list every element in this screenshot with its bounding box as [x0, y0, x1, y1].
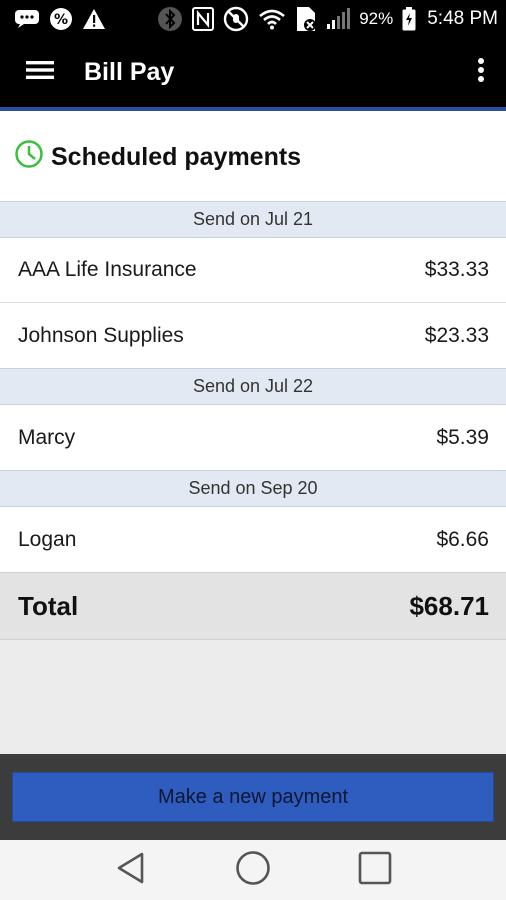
bluetooth-icon	[157, 6, 183, 32]
menu-button[interactable]	[0, 37, 80, 107]
payee-name: Johnson Supplies	[18, 323, 184, 347]
payee-name: AAA Life Insurance	[18, 258, 197, 281]
payment-row[interactable]: AAA Life Insurance $33.33	[0, 238, 506, 303]
back-icon	[114, 851, 148, 890]
payment-amount: $33.33	[424, 258, 489, 281]
payment-amount: $6.66	[436, 527, 489, 551]
payment-row[interactable]: Logan $6.66	[0, 507, 506, 572]
nav-recents-button[interactable]	[345, 840, 405, 900]
percent-icon: %	[49, 7, 73, 31]
date-group-header: Send on Sep 20	[0, 470, 506, 507]
system-nav-bar	[0, 840, 506, 900]
svg-text:%: %	[54, 12, 68, 28]
scheduled-payments-list: Send on Jul 21 AAA Life Insurance $33.33…	[0, 201, 506, 640]
overflow-menu-button[interactable]	[456, 37, 506, 107]
clock-time: 5:48 PM	[427, 7, 498, 29]
payee-name: Logan	[18, 527, 77, 551]
battery-icon	[402, 6, 416, 31]
nfc-icon	[192, 6, 215, 31]
chat-bubble-icon	[14, 9, 40, 29]
payment-amount: $23.33	[424, 323, 489, 347]
payment-row[interactable]: Marcy $5.39	[0, 405, 506, 470]
total-row: Total $68.71	[0, 572, 506, 640]
payment-amount: $5.39	[436, 425, 489, 449]
battery-percent: 92%	[359, 8, 394, 28]
section-title: Scheduled payments	[51, 142, 302, 171]
status-bar-right: 92% 5:48 PM	[157, 6, 498, 32]
wifi-icon	[258, 8, 286, 30]
more-vert-icon	[477, 57, 485, 88]
nav-home-button[interactable]	[223, 840, 283, 900]
date-group-header: Send on Jul 22	[0, 368, 506, 405]
payee-name: Marcy	[18, 425, 76, 449]
recents-icon	[358, 851, 392, 890]
hamburger-menu-icon	[26, 59, 54, 86]
mute-icon	[223, 6, 249, 32]
status-bar: % 92% 5:48 PM	[0, 0, 506, 37]
action-bar: Make a new payment	[0, 754, 506, 840]
date-group-header: Send on Jul 21	[0, 201, 506, 238]
app-title: Bill Pay	[84, 57, 175, 86]
app-bar: Bill Pay	[0, 37, 506, 107]
signal-icon	[326, 7, 351, 30]
total-amount: $68.71	[409, 590, 489, 621]
warning-icon	[82, 8, 106, 30]
payment-row[interactable]: Johnson Supplies $23.33	[0, 303, 506, 368]
status-bar-left: %	[14, 7, 106, 31]
clock-icon	[14, 139, 44, 174]
sim-icon	[295, 6, 317, 32]
section-header: Scheduled payments	[0, 111, 506, 201]
home-icon	[235, 850, 271, 891]
nav-back-button[interactable]	[101, 840, 161, 900]
total-label: Total	[18, 590, 79, 621]
make-new-payment-button[interactable]: Make a new payment	[12, 772, 494, 822]
